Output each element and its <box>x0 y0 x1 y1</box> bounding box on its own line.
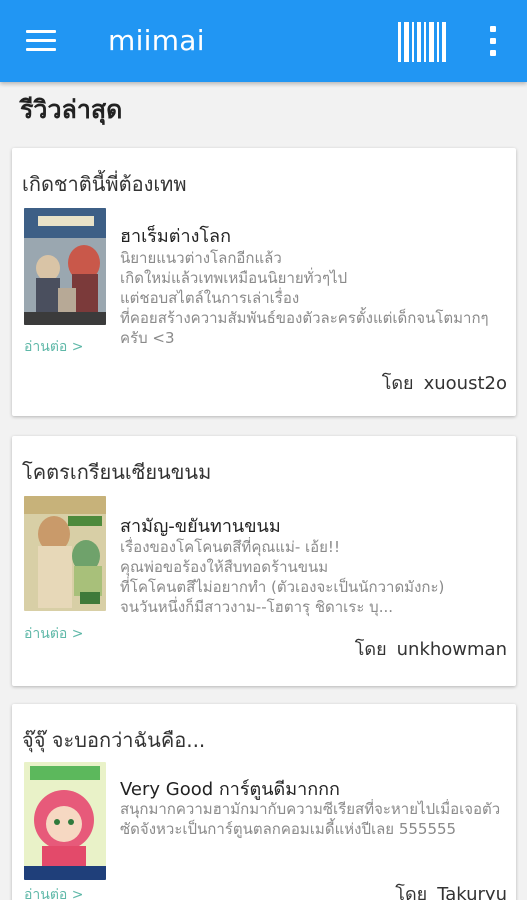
hamburger-menu-icon[interactable] <box>26 30 56 52</box>
read-more-link[interactable]: อ่านต่อ > <box>24 884 84 900</box>
author-name[interactable]: unkhowman <box>397 639 507 660</box>
book-cover-image[interactable] <box>24 496 106 611</box>
book-title[interactable]: สามัญ-ขยันทานขนม <box>120 511 281 540</box>
by-label: โดย <box>381 373 414 394</box>
review-byline: โดย unkhowman <box>355 634 507 663</box>
review-byline: โดย xuoust2o <box>382 368 507 397</box>
review-card[interactable]: จุ๊จุ๊ จะบอกว่าฉันคือ... อ่านต่อ > Very … <box>12 704 516 900</box>
review-card[interactable]: เกิดชาตินี้พี่ต้องเทพ อ่านต่อ > ฮาเร็มต่… <box>12 148 516 416</box>
read-more-link[interactable]: อ่านต่อ > <box>24 623 84 645</box>
review-byline: โดย Takuryu <box>395 879 507 900</box>
read-more-link[interactable]: อ่านต่อ > <box>24 336 84 358</box>
more-vertical-icon[interactable] <box>482 26 504 58</box>
book-title[interactable]: ฮาเร็มต่างโลก <box>120 221 231 250</box>
app-bar: miimai <box>0 0 527 82</box>
author-name[interactable]: Takuryu <box>437 884 507 900</box>
app-title: miimai <box>108 24 205 57</box>
by-label: โดย <box>395 884 428 900</box>
review-text: สนุกมากความฮามักมากับความซีเรียสที่จะหาย… <box>120 800 501 838</box>
barcode-scan-icon[interactable] <box>398 22 448 62</box>
author-name[interactable]: xuoust2o <box>424 373 507 394</box>
review-text: นิยายแนวต่างโลกอีกแล้ว เกิดใหม่แล้วเทพเห… <box>120 249 489 347</box>
review-card-title: เกิดชาตินี้พี่ต้องเทพ <box>22 172 187 196</box>
book-cover-image[interactable] <box>24 762 106 880</box>
review-card-title: จุ๊จุ๊ จะบอกว่าฉันคือ... <box>22 728 206 752</box>
review-card-title: โคตรเกรียนเซียนขนม <box>22 460 212 484</box>
by-label: โดย <box>354 639 387 660</box>
review-card[interactable]: โคตรเกรียนเซียนขนม อ่านต่อ > สามัญ-ขยันท… <box>12 436 516 686</box>
book-cover-image[interactable] <box>24 208 106 325</box>
review-text: เรื่องของโคโคนตสึที่คุณแม่- เอ้ย!! คุณพ่… <box>120 538 445 616</box>
section-title: รีวิวล่าสุด <box>20 95 123 124</box>
app-screen: miimai รีวิวล่าสุด เกิดชาตินี้พี่ต้องเทพ <box>0 0 527 900</box>
